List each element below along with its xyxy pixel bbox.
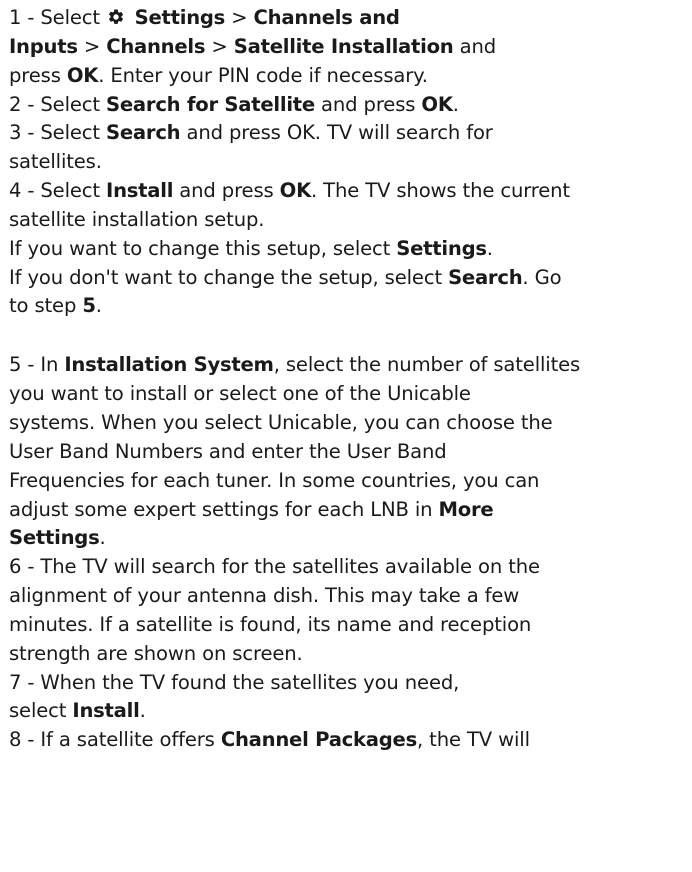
- instruction-step: 5 - In Installation System, select the n…: [9, 351, 689, 553]
- instruction-step: 1 - Select Settings > Channels and Inputs…: [9, 4, 689, 91]
- instruction-text: press: [9, 63, 67, 87]
- instruction-step: 3 - Select Search and press OK. TV will …: [9, 119, 689, 177]
- instruction-text: If you want to change this setup, select: [9, 236, 397, 260]
- instruction-text: and press: [314, 92, 422, 116]
- ui-term: Search: [448, 265, 523, 289]
- instruction-text: select: [9, 699, 73, 723]
- ui-term: Settings: [396, 236, 487, 260]
- instruction-step: 4 - Select Install and press OK. The TV …: [9, 177, 689, 235]
- instruction-text: , select the number of satellites: [273, 353, 581, 377]
- instruction-text: you want to install or select one of the…: [9, 382, 471, 406]
- ui-term: Inputs: [9, 34, 78, 58]
- instruction-text: .: [99, 526, 106, 550]
- ui-term: Search for Satellite: [106, 92, 315, 116]
- instruction-text: >: [205, 34, 234, 58]
- instruction-step: 7 - When the TV found the satellites you…: [9, 669, 689, 727]
- ui-term: Install: [106, 179, 174, 203]
- installation-instructions: 1 - Select Settings > Channels and Inputs…: [9, 4, 689, 755]
- ui-term: Installation System: [64, 353, 274, 377]
- instruction-text: . Enter your PIN code if necessary.: [98, 63, 428, 87]
- instruction-text: 5 - In: [9, 353, 65, 377]
- instruction-text: 2 - Select: [9, 92, 107, 116]
- instruction-text: . Go: [522, 265, 562, 289]
- gear-icon: [107, 8, 125, 26]
- instruction-text: , the TV will: [417, 728, 530, 752]
- instruction-text: and press: [173, 179, 280, 203]
- instruction-text: strength are shown on screen.: [9, 641, 303, 665]
- ui-term: Channels and: [253, 6, 400, 29]
- instruction-text: 1 - Select: [9, 6, 107, 29]
- instruction-text: satellites.: [9, 150, 102, 174]
- instruction-text: If you don't want to change the setup, s…: [9, 265, 449, 289]
- instruction-text: 3 - Select: [9, 121, 107, 145]
- ui-term: Channel Packages: [220, 728, 418, 752]
- ui-term: More: [438, 497, 494, 521]
- instruction-text: adjust some expert settings for each LNB…: [9, 497, 439, 521]
- instruction-text: 8 - If a satellite offers: [9, 728, 221, 752]
- instruction-text: Frequencies for each tuner. In some coun…: [9, 468, 540, 492]
- instruction-text: User Band Numbers and enter the User Ban…: [9, 439, 447, 463]
- instruction-text: alignment of your antenna dish. This may…: [9, 584, 520, 608]
- instruction-text: .: [486, 236, 493, 260]
- instruction-text: satellite installation setup.: [9, 207, 265, 231]
- ui-term: Settings: [9, 526, 100, 550]
- ui-term: Satellite Installation: [233, 34, 454, 58]
- instruction-text: . The TV shows the current: [311, 179, 570, 203]
- ui-term: OK: [279, 179, 312, 203]
- ui-term: Settings: [128, 6, 226, 29]
- instruction-text: systems. When you select Unicable, you c…: [9, 410, 553, 434]
- instruction-step: 6 - The TV will search for the satellite…: [9, 553, 689, 668]
- instruction-text: .: [95, 294, 102, 318]
- instruction-step: 8 - If a satellite offers Channel Packag…: [9, 726, 689, 755]
- instruction-text: .: [139, 699, 146, 723]
- ui-term: Search: [106, 121, 181, 145]
- instruction-text: and: [453, 34, 497, 58]
- ui-term: 5: [82, 294, 96, 318]
- instruction-text: >: [77, 34, 107, 58]
- ui-term: OK: [66, 63, 99, 87]
- ui-term: Channels: [106, 34, 206, 58]
- instruction-text: 6 - The TV will search for the satellite…: [9, 555, 540, 579]
- ui-term: Install: [72, 699, 140, 723]
- instruction-text: 4 - Select: [9, 179, 107, 203]
- instruction-text: 7 - When the TV found the satellites you…: [9, 670, 460, 694]
- instruction-text: >: [225, 6, 254, 29]
- instruction-text: .: [452, 92, 459, 116]
- instruction-step: If you don't want to change the setup, s…: [9, 264, 689, 322]
- instruction-text: and press OK. TV will search for: [180, 121, 493, 145]
- ui-term: OK: [421, 92, 453, 116]
- instruction-step: If you want to change this setup, select…: [9, 235, 689, 264]
- instruction-step: 2 - Select Search for Satellite and pres…: [9, 91, 689, 120]
- instruction-text: to step: [9, 294, 83, 318]
- instruction-text: minutes. If a satellite is found, its na…: [9, 612, 532, 636]
